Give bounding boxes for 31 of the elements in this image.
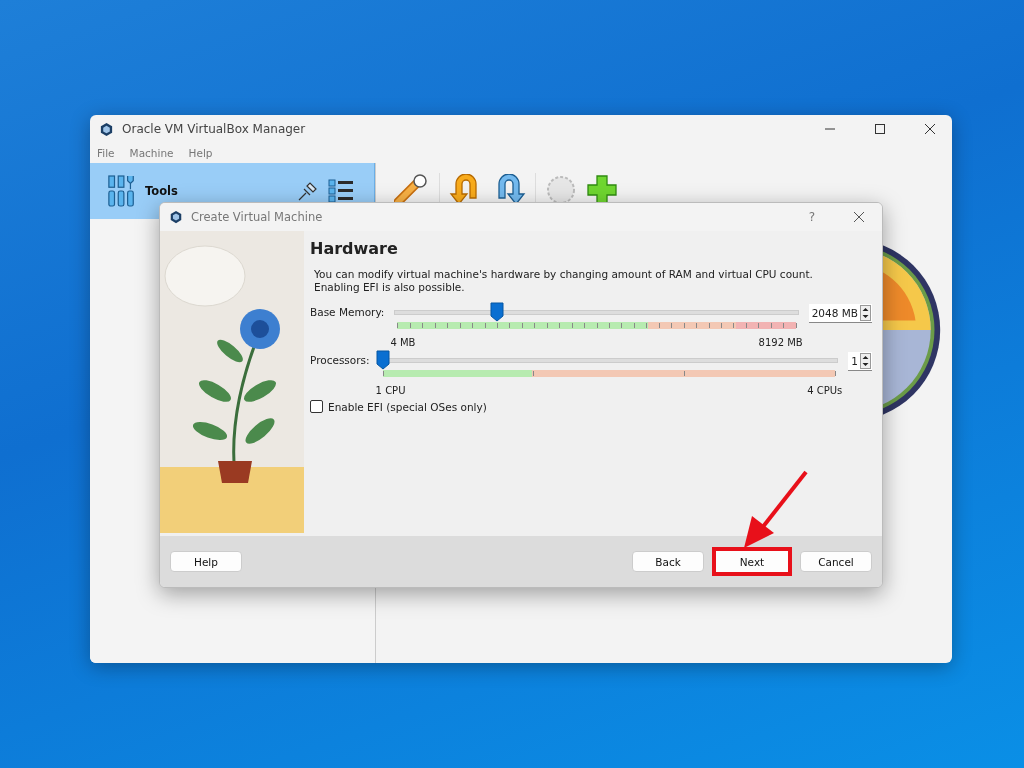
tools-icon (107, 174, 137, 208)
value-spinbox[interactable]: 1 (848, 352, 872, 371)
menu-item[interactable]: Help (188, 147, 213, 159)
dialog-button[interactable]: Cancel (800, 551, 872, 572)
list-icon[interactable] (328, 179, 354, 203)
dialog-button[interactable]: Help (170, 551, 242, 572)
close-icon[interactable] (853, 211, 865, 223)
min-label: 4 MB (390, 337, 416, 348)
spin-arrows-icon[interactable] (860, 353, 871, 369)
max-label: 4 CPUs (807, 385, 843, 396)
window-title: Oracle VM VirtualBox Manager (122, 122, 306, 136)
cube-icon (169, 210, 183, 224)
cube-icon (99, 121, 114, 137)
max-label: 8192 MB (758, 337, 803, 348)
close-icon[interactable] (924, 123, 936, 135)
slider-thumb[interactable] (489, 302, 504, 322)
help-mark[interactable]: ? (808, 210, 815, 224)
description-text: You can modify virtual machine's hardware by changing amount of RAM and virtual CPU count. Enabling EFI is also possible. (313, 268, 814, 294)
min-label: 1 CPU (375, 385, 406, 396)
dialog-button[interactable]: Next (712, 547, 792, 576)
slider-label: Base Memory: (310, 305, 385, 318)
value-spinbox[interactable]: 2048 MB (808, 304, 872, 323)
spin-arrows-icon[interactable] (860, 305, 871, 321)
slider-label: Processors: (310, 353, 370, 366)
efi-checkbox[interactable]: Enable EFI (special OSes only) (310, 400, 872, 413)
menu-item[interactable]: File (97, 147, 115, 159)
checkbox[interactable] (310, 400, 323, 413)
menu-item[interactable]: Machine (129, 147, 174, 159)
dialog-button[interactable]: Back (632, 551, 704, 572)
page-heading: Hardware (310, 239, 399, 258)
maximize-icon[interactable] (874, 123, 886, 135)
